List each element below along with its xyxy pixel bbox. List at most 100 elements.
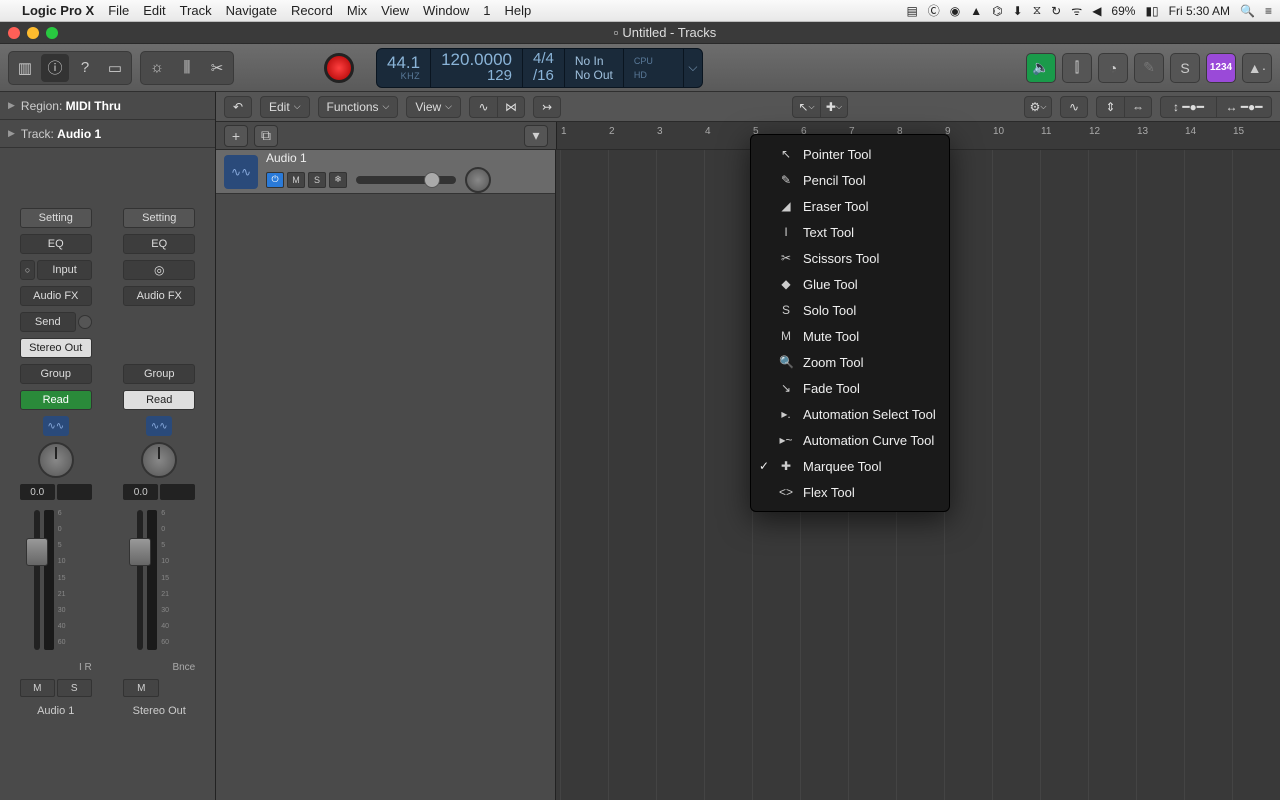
track-icon[interactable]: ∿∿ xyxy=(146,416,172,436)
vertical-zoom-slider[interactable]: ↕ ━●━ xyxy=(1160,96,1216,118)
solo-button[interactable]: S xyxy=(308,172,326,188)
back-arrow-button[interactable]: ↶ xyxy=(224,96,252,118)
input-mode-button[interactable]: ○ xyxy=(20,260,36,280)
horizontal-auto-zoom[interactable]: ⇔ xyxy=(1124,96,1152,118)
tool-menu-item[interactable]: ↖Pointer Tool xyxy=(751,141,949,167)
spotlight-icon[interactable]: 🔍 xyxy=(1240,4,1255,18)
automation-mode-button[interactable]: Read xyxy=(123,390,195,410)
left-click-tool[interactable]: ↖ ⌵ xyxy=(792,96,820,118)
lcd-mode-menu[interactable]: ⌵ xyxy=(684,49,702,87)
duplicate-track-button[interactable]: ⧉ xyxy=(254,125,278,147)
inspector-button[interactable]: ⓘ xyxy=(41,54,69,82)
horizontal-zoom-slider[interactable]: ↔ ━●━ xyxy=(1216,96,1272,118)
mixer-button[interactable]: ⫼ xyxy=(173,54,201,82)
output-button[interactable]: Stereo Out xyxy=(20,338,92,358)
tool-menu-item[interactable]: ◆Glue Tool xyxy=(751,271,949,297)
automation-button[interactable]: ∿ xyxy=(469,96,497,118)
bnce-label[interactable]: Bnce xyxy=(123,662,195,673)
menu-file[interactable]: File xyxy=(108,3,129,18)
tool-menu-item[interactable]: 🔍Zoom Tool xyxy=(751,349,949,375)
menu-record[interactable]: Record xyxy=(291,3,333,18)
vertical-auto-zoom[interactable]: ⇕ xyxy=(1096,96,1124,118)
freeze-button[interactable]: ❄ xyxy=(329,172,347,188)
lcd-division[interactable]: /16 xyxy=(533,68,554,85)
power-button[interactable]: ⏻ xyxy=(266,172,284,188)
lcd-tempo[interactable]: 120.0000 xyxy=(441,51,512,68)
record-button[interactable] xyxy=(324,53,354,83)
group-button[interactable]: Group xyxy=(123,364,195,384)
edit-menu[interactable]: Edit ⌵ xyxy=(260,96,310,118)
status-icon[interactable]: Ⓒ xyxy=(928,2,940,19)
mute-button[interactable]: M xyxy=(20,679,55,697)
tool-menu-item[interactable]: SSolo Tool xyxy=(751,297,949,323)
pan-knob[interactable] xyxy=(465,167,491,193)
menu-edit[interactable]: Edit xyxy=(143,3,165,18)
snap-menu[interactable]: ⚙ ⌵ xyxy=(1024,96,1052,118)
menu-navigate[interactable]: Navigate xyxy=(226,3,277,18)
clock[interactable]: Fri 5:30 AM xyxy=(1169,4,1230,18)
command-click-tool[interactable]: ✚ ⌵ xyxy=(820,96,848,118)
dropbox-icon[interactable]: ⬇ xyxy=(1013,4,1023,18)
add-track-button[interactable]: + xyxy=(224,125,248,147)
lcd-sample-rate[interactable]: 44.1 xyxy=(387,54,420,71)
mute-button[interactable]: M xyxy=(123,679,159,697)
input-button[interactable]: Input xyxy=(37,260,91,280)
menu-view[interactable]: View xyxy=(381,3,409,18)
menu-mix[interactable]: Mix xyxy=(347,3,367,18)
zoom-window[interactable] xyxy=(46,27,58,39)
track-header-audio1[interactable]: ∿∿ Audio 1 ⏻ M S ❄ xyxy=(216,150,555,194)
status-icon[interactable]: ▲ xyxy=(970,4,982,18)
tool-menu-item[interactable]: ✓✚Marquee Tool xyxy=(751,453,949,479)
tool-menu-item[interactable]: ▸~Automation Curve Tool xyxy=(751,427,949,453)
track-icon[interactable]: ∿∿ xyxy=(43,416,69,436)
solo-button[interactable]: S xyxy=(57,679,92,697)
status-icon[interactable]: ↻ xyxy=(1051,4,1061,18)
group-button[interactable]: Group xyxy=(20,364,92,384)
volume-icon[interactable]: ◀ xyxy=(1092,4,1101,18)
pan-knob[interactable] xyxy=(38,442,74,478)
tool-menu-item[interactable]: ↘Fade Tool xyxy=(751,375,949,401)
close-window[interactable] xyxy=(8,27,20,39)
toolbar-button[interactable]: ▭ xyxy=(101,54,129,82)
status-icon[interactable]: ◉ xyxy=(950,4,960,18)
region-inspector-header[interactable]: ▶Region: MIDI Thru xyxy=(0,92,215,120)
cycle-button[interactable]: S xyxy=(1170,53,1200,83)
status-icon[interactable]: ⌬ xyxy=(992,4,1002,18)
menu-help[interactable]: Help xyxy=(505,3,532,18)
tool-menu-item[interactable]: ✎Pencil Tool xyxy=(751,167,949,193)
menu-extras-icon[interactable]: ≡ xyxy=(1265,4,1272,18)
tuner-button[interactable]: ⫿ xyxy=(1062,53,1092,83)
count-in-button[interactable]: ◔ xyxy=(1098,53,1128,83)
send-button[interactable]: Send xyxy=(20,312,76,332)
eq-button[interactable]: EQ xyxy=(20,234,92,254)
track-inspector-header[interactable]: ▶Track: Audio 1 xyxy=(0,120,215,148)
app-name[interactable]: Logic Pro X xyxy=(22,3,94,18)
pan-knob[interactable] xyxy=(141,442,177,478)
master-volume-button[interactable]: 🔈 xyxy=(1026,53,1056,83)
eq-button[interactable]: EQ xyxy=(123,234,195,254)
send-knob[interactable] xyxy=(78,315,92,329)
volume-fader[interactable] xyxy=(34,510,40,650)
wifi-icon[interactable]: ᯤ xyxy=(1071,2,1082,19)
functions-menu[interactable]: Functions ⌵ xyxy=(318,96,399,118)
lcd-bars[interactable]: 129 xyxy=(487,68,512,85)
editors-button[interactable]: ✂ xyxy=(203,54,231,82)
battery-percent[interactable]: 69% xyxy=(1111,4,1135,18)
menu-number[interactable]: 1 xyxy=(483,3,490,18)
metronome-button[interactable]: ✎ xyxy=(1134,53,1164,83)
waveform-zoom[interactable]: ∿ xyxy=(1060,96,1088,118)
automation-mode-button[interactable]: Read xyxy=(20,390,92,410)
global-tracks-button[interactable]: ▾ xyxy=(524,125,548,147)
status-icon[interactable]: ⧖ xyxy=(1033,3,1041,18)
volume-fader[interactable] xyxy=(137,510,143,650)
mute-button[interactable]: M xyxy=(287,172,305,188)
tool-menu-item[interactable]: ▸.Automation Select Tool xyxy=(751,401,949,427)
stereo-mode-button[interactable]: ◎ xyxy=(123,260,195,280)
lcd-display[interactable]: 44.1KHZ 120.0000129 4/4/16 No InNo Out C… xyxy=(376,48,703,88)
lcd-time-sig[interactable]: 4/4 xyxy=(533,51,554,68)
smart-controls-button[interactable]: ☼ xyxy=(143,54,171,82)
track-name[interactable]: Audio 1 xyxy=(266,151,547,165)
audio-fx-button[interactable]: Audio FX xyxy=(20,286,92,306)
tool-menu-item[interactable]: <>Flex Tool xyxy=(751,479,949,505)
tool-menu-item[interactable]: IText Tool xyxy=(751,219,949,245)
